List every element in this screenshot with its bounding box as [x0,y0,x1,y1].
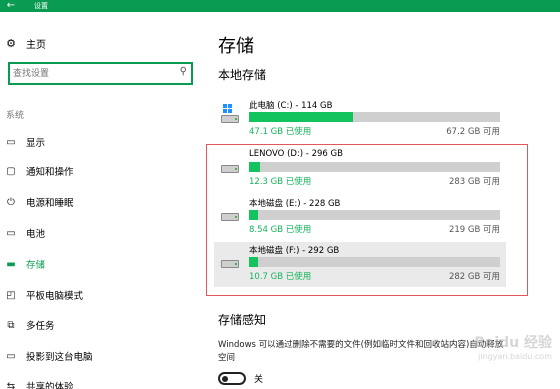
sidebar-item-label: 平板电脑模式 [26,291,84,302]
local-storage-heading: 本地存储 [218,68,267,82]
battery-icon: ▭ [6,227,16,239]
sidebar-item-power[interactable]: ⏻ 电源和睡眠 [0,192,205,212]
search-box[interactable]: ⚲ [8,62,193,85]
sidebar-item-notifications[interactable]: ▢ 通知和操作 [0,161,205,181]
usage-bar [249,112,500,122]
window-title: 设置 [34,2,48,10]
storage-sense-heading: 存储感知 [218,313,267,327]
monitor-icon: ▭ [6,136,16,148]
sidebar-item-tablet[interactable]: ◰ 平板电脑模式 [0,285,205,305]
multitask-icon: ⧉ [7,319,15,331]
used-space: 47.1 GB 已使用 [249,127,312,137]
back-arrow-icon[interactable]: ← [0,0,22,12]
sidebar-item-battery[interactable]: ▭ 电池 [0,223,205,243]
storage-sense-toggle[interactable] [218,372,246,385]
project-icon: ▭ [6,350,16,362]
drive-name: 此电脑 (C:) - 114 GB [249,101,333,111]
drive-icon [221,104,241,124]
sidebar: ⚙ 主页 ⚲ 系统 ▭ 显示 ▢ 通知和操作 ⏻ 电源和睡眠 ▭ 电池 ▬ 存储… [0,12,205,389]
title-bar: ← 设置 [0,0,560,12]
sidebar-item-label: 显示 [26,138,46,149]
sidebar-item-label: 存储 [26,260,46,271]
sidebar-item-label: 电池 [26,229,46,240]
sidebar-item-multitasking[interactable]: ⧉ 多任务 [0,315,205,335]
message-icon: ▢ [6,165,16,177]
sidebar-item-label: 通知和操作 [26,167,74,178]
search-input[interactable] [13,66,173,81]
storage-sense-description: Windows 可以通过删除不需要的文件(例如临时文件和回收站内容)自动释放空间 [218,340,504,363]
tablet-icon: ◰ [6,289,16,301]
sidebar-home[interactable]: ⚙ 主页 [0,34,205,52]
sidebar-item-projecting[interactable]: ▭ 投影到这台电脑 [0,346,205,366]
sidebar-item-label: 电源和睡眠 [26,198,74,209]
sidebar-item-shared-experiences[interactable]: ⇆ 共享的体验 [0,376,205,389]
section-label: 系统 [6,111,25,121]
sidebar-home-label: 主页 [26,39,46,51]
toggle-state-label: 关 [254,375,264,385]
usage-bar-fill [249,112,353,122]
windows-logo-icon [223,104,232,113]
search-icon[interactable]: ⚲ [180,66,187,77]
storage-icon: ▬ [6,258,16,270]
sidebar-item-storage[interactable]: ▬ 存储 [0,254,205,274]
sidebar-item-label: 多任务 [26,321,55,332]
free-space: 67.2 GB 可用 [446,127,500,137]
gear-icon: ⚙ [6,36,16,50]
page-title: 存储 [218,36,254,57]
share-icon: ⇆ [6,380,16,389]
drive-c[interactable]: 此电脑 (C:) - 114 GB 47.1 GB 已使用 67.2 GB 可用 [214,97,506,142]
sidebar-item-display[interactable]: ▭ 显示 [0,132,205,152]
sidebar-item-label: 共享的体验 [26,382,74,389]
highlight-box [206,144,528,296]
sidebar-item-label: 投影到这台电脑 [26,352,93,363]
toggle-knob [222,376,228,382]
power-icon: ⏻ [7,196,15,208]
